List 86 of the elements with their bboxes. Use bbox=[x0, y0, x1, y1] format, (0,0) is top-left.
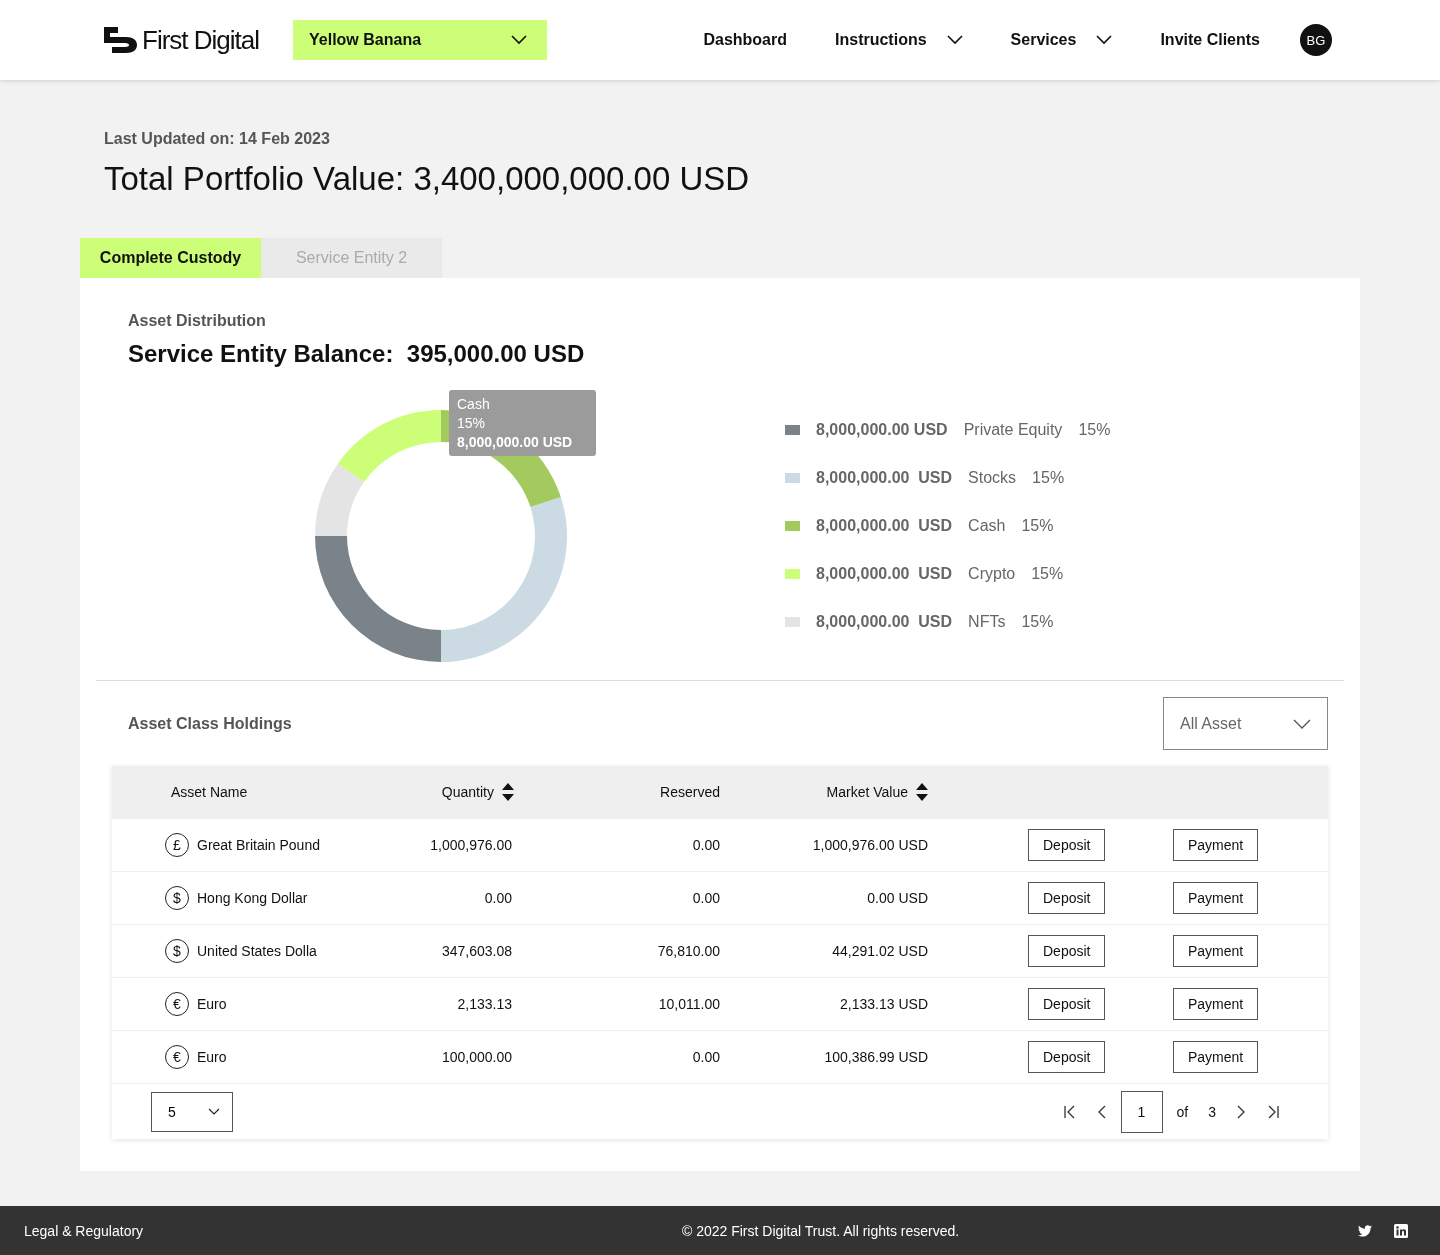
chevron-down-icon bbox=[208, 1107, 220, 1116]
legend-percent: 15% bbox=[1078, 421, 1111, 439]
legend-label: Private Equity bbox=[963, 421, 1063, 439]
page-count: 3 bbox=[1208, 1103, 1216, 1120]
sort-icon[interactable] bbox=[916, 783, 928, 801]
table-cell: 2,133.13 USD bbox=[840, 996, 928, 1012]
entity-balance: Service Entity Balance: 395,000.00 USD bbox=[128, 340, 586, 368]
last-page-icon[interactable] bbox=[1266, 1104, 1280, 1119]
sort-icon[interactable] bbox=[502, 783, 514, 801]
tooltip-label: Cash bbox=[457, 396, 491, 412]
client-dropdown[interactable]: Yellow Banana bbox=[293, 20, 547, 60]
payment-button[interactable]: Payment bbox=[1173, 1041, 1259, 1073]
nav-link[interactable]: Instructions bbox=[835, 31, 963, 49]
table-cell: 2,133.13 bbox=[457, 996, 512, 1012]
table-cell: 76,810.00 bbox=[657, 943, 720, 959]
legend-label: Crypto bbox=[968, 565, 1016, 583]
legend-amount: 8,000,000.00 USD bbox=[816, 565, 953, 583]
payment-button[interactable]: Payment bbox=[1173, 935, 1259, 967]
table-cell-text: Euro bbox=[197, 996, 228, 1012]
legend-percent: 15% bbox=[1021, 613, 1054, 631]
deposit-button[interactable]: Deposit bbox=[1028, 988, 1106, 1020]
table-cell: 100,386.99 USD bbox=[824, 1049, 928, 1065]
user-avatar[interactable]: BG bbox=[1300, 24, 1332, 56]
page-of-label: of bbox=[1176, 1103, 1189, 1120]
legend-amount: 8,000,000.00 USD bbox=[816, 469, 953, 487]
table-cell-text: Euro bbox=[197, 1049, 228, 1065]
tooltip-percent: 15% bbox=[457, 415, 487, 431]
legend-label: Cash bbox=[968, 517, 1006, 535]
tab[interactable]: Complete Custody bbox=[80, 238, 261, 278]
next-page-icon[interactable] bbox=[1236, 1104, 1246, 1119]
nav-link[interactable]: Dashboard bbox=[703, 31, 787, 49]
page-size-dropdown[interactable]: 5 bbox=[151, 1091, 233, 1132]
table-cell: 10,011.00 bbox=[658, 996, 720, 1012]
table-cell: Great Britain Pound bbox=[197, 837, 320, 853]
legend-label: NFTs bbox=[968, 613, 1006, 631]
column-header: Market Value bbox=[826, 784, 908, 800]
column-header: Asset Name bbox=[171, 784, 248, 800]
table-cell: 100,000.00 bbox=[441, 1049, 512, 1065]
table-cell: 347,603.08 bbox=[441, 943, 512, 959]
page-number-field[interactable]: 1 bbox=[1120, 1090, 1163, 1133]
section-heading: Asset Distribution bbox=[128, 312, 267, 330]
table-cell: 1,000,976.00 USD bbox=[812, 837, 928, 853]
table-cell: 0.00 bbox=[484, 890, 512, 906]
total-portfolio-value: Total Portfolio Value: 3,400,000,000.00 USD bbox=[104, 160, 751, 198]
legend-percent: 15% bbox=[1031, 565, 1064, 583]
in-logo-icon[interactable] bbox=[1394, 1223, 1408, 1238]
payment-button[interactable]: Payment bbox=[1173, 882, 1259, 914]
legend-amount: 8,000,000.00 USD bbox=[816, 613, 953, 631]
legend-percent: 15% bbox=[1021, 517, 1054, 535]
table-cell: 0.00 bbox=[692, 837, 720, 853]
table-cell: 1,000,976.00 bbox=[430, 837, 512, 853]
deposit-button[interactable]: Deposit bbox=[1028, 1041, 1106, 1073]
legend-amount: 8,000,000.00 USD bbox=[816, 421, 948, 439]
table-cell: 0.00 USD bbox=[867, 890, 928, 906]
legend-amount: 8,000,000.00 USD bbox=[816, 517, 953, 535]
nav-link[interactable]: Invite Clients bbox=[1160, 31, 1260, 49]
chevron-down-icon bbox=[946, 35, 963, 45]
section-heading: Asset Class Holdings bbox=[128, 714, 292, 733]
previous-page-icon[interactable] bbox=[1096, 1104, 1107, 1119]
logo-icon bbox=[104, 27, 138, 53]
legal-link[interactable]: Legal & Regulatory bbox=[24, 1222, 144, 1239]
tooltip-amount: 8,000,000.00 USD bbox=[457, 434, 574, 450]
asset-filter-dropdown[interactable]: All Asset bbox=[1163, 697, 1328, 750]
table-cell: 0.00 bbox=[692, 890, 720, 906]
payment-button[interactable]: Payment bbox=[1173, 829, 1259, 861]
chevron-down-icon bbox=[511, 35, 527, 45]
legend-label: Stocks bbox=[968, 469, 1017, 487]
bird-icon[interactable] bbox=[1358, 1224, 1372, 1237]
logo-text: First Digital bbox=[142, 24, 259, 56]
legend-percent: 15% bbox=[1032, 469, 1065, 487]
deposit-button[interactable]: Deposit bbox=[1028, 829, 1106, 861]
last-updated: Last Updated on: 14 Feb 2023 bbox=[104, 130, 331, 148]
chevron-down-icon bbox=[1293, 718, 1311, 729]
column-header: Quantity bbox=[441, 784, 494, 800]
deposit-button[interactable]: Deposit bbox=[1028, 935, 1106, 967]
column-header: Reserved bbox=[660, 784, 720, 800]
table-cell: 0.00 bbox=[692, 1049, 720, 1065]
deposit-button[interactable]: Deposit bbox=[1028, 882, 1106, 914]
first-page-icon[interactable] bbox=[1062, 1104, 1077, 1119]
copyright-text: © 2022 First Digital Trust. All rights reserved. bbox=[681, 1222, 960, 1239]
table-cell-text: United States Dolla bbox=[197, 943, 318, 959]
nav-link[interactable]: Services bbox=[1010, 31, 1113, 49]
payment-button[interactable]: Payment bbox=[1173, 988, 1259, 1020]
table-cell: 44,291.02 USD bbox=[832, 943, 928, 959]
chevron-down-icon bbox=[1096, 35, 1113, 45]
table-cell-text: Hong Kong Dollar bbox=[197, 890, 309, 906]
